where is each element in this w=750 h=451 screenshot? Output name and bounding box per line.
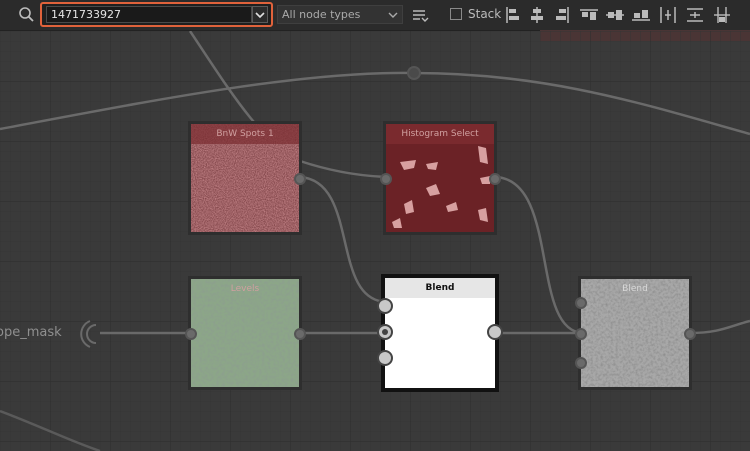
input-pin-foreground[interactable]	[377, 298, 393, 314]
wire-dot	[407, 66, 421, 80]
distribute-horizontal-icon[interactable]	[657, 4, 679, 26]
input-pin[interactable]	[575, 357, 587, 369]
output-pin[interactable]	[294, 328, 306, 340]
chevron-down-icon	[255, 12, 265, 19]
node-blend-selected[interactable]: Blend	[377, 274, 503, 392]
chevron-down-icon	[388, 12, 398, 18]
pin-active-dot	[382, 329, 388, 335]
align-right-icon[interactable]	[551, 4, 573, 26]
search-history-dropdown[interactable]	[252, 6, 268, 23]
node-levels[interactable]: Levels	[185, 276, 306, 390]
node-blend-right[interactable]: Blend	[575, 276, 696, 390]
distribute-vertical-icon[interactable]	[684, 4, 706, 26]
node-type-filter[interactable]: All node types	[277, 5, 403, 24]
align-bottom-icon[interactable]	[630, 4, 652, 26]
node-type-filter-label: All node types	[282, 8, 361, 21]
node-title: BnW Spots 1	[216, 129, 274, 139]
input-node-label: ope_mask	[0, 325, 62, 340]
filter-options-icon[interactable]	[409, 4, 431, 26]
input-pin-mask[interactable]	[377, 350, 393, 366]
node-histogram-select[interactable]: Histogram Select	[380, 121, 501, 235]
input-pin[interactable]	[575, 297, 587, 309]
input-pin-background[interactable]	[377, 324, 393, 340]
output-pin[interactable]	[487, 324, 503, 340]
search-icon[interactable]	[16, 4, 38, 26]
snap-grid-icon[interactable]	[711, 4, 733, 26]
node-title: Histogram Select	[401, 129, 479, 139]
node-graph-canvas[interactable]: ope_mask BnW Spots 1 Histogram Select Le…	[0, 31, 750, 451]
toolbar: All node types Stack	[0, 0, 750, 31]
node-title: Levels	[230, 284, 260, 294]
align-top-icon[interactable]	[578, 4, 600, 26]
output-pin[interactable]	[489, 173, 501, 185]
output-pin[interactable]	[294, 173, 306, 185]
node-bnw-spots[interactable]: BnW Spots 1	[188, 121, 306, 235]
node-title: Blend	[622, 284, 648, 294]
input-pin[interactable]	[575, 328, 587, 340]
input-pin[interactable]	[380, 173, 392, 185]
align-middle-icon[interactable]	[604, 4, 626, 26]
search-box	[40, 2, 273, 27]
input-pin[interactable]	[185, 328, 197, 340]
align-center-icon[interactable]	[526, 4, 548, 26]
stack-label: Stack	[468, 7, 502, 21]
align-left-icon[interactable]	[502, 4, 524, 26]
node-title: Blend	[385, 278, 495, 298]
search-input[interactable]	[46, 6, 252, 23]
stack-checkbox[interactable]	[450, 8, 462, 20]
output-pin[interactable]	[684, 328, 696, 340]
